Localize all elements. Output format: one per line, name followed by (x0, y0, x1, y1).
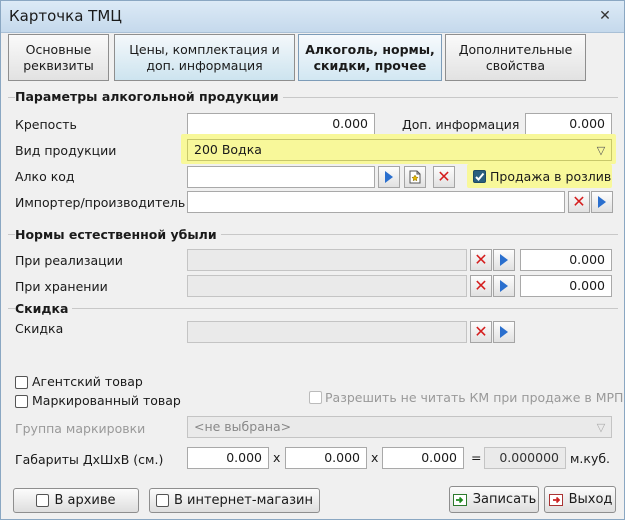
play-arrow-icon (500, 254, 508, 266)
loss-storage-label: При хранении (15, 279, 108, 294)
play-arrow-icon (500, 326, 508, 338)
importer-label: Импортер/производитель (15, 195, 186, 210)
clear-importer-button[interactable]: ✕ (568, 191, 590, 213)
loss-storage-value-input[interactable]: 0.000 (520, 275, 612, 297)
tab-label: свойства (485, 57, 546, 73)
archive-toggle[interactable]: В архиве (13, 488, 139, 513)
archive-label: В архиве (54, 493, 116, 508)
tab-label: скидки, прочее (313, 57, 427, 73)
section-title-alcohol: Параметры алкогольной продукции (15, 89, 283, 104)
tab-label: Дополнительные (458, 41, 573, 57)
tab-label: Алкоголь, нормы, (305, 41, 435, 57)
select-importer-button[interactable] (591, 191, 613, 213)
select-loss-sale-button[interactable] (493, 249, 515, 271)
draft-sale-checkbox[interactable] (473, 170, 486, 183)
select-discount-button[interactable] (493, 321, 515, 343)
clear-alco-code-button[interactable]: ✕ (433, 166, 455, 188)
clear-loss-storage-button[interactable]: ✕ (470, 275, 492, 297)
select-loss-storage-button[interactable] (493, 275, 515, 297)
select-alco-code-button[interactable] (378, 166, 400, 188)
agent-goods-checkbox[interactable] (15, 376, 28, 389)
clear-x-icon: ✕ (474, 250, 488, 269)
draft-sale-label: Продажа в розлив (490, 169, 612, 184)
save-icon (452, 493, 467, 506)
clear-x-icon: ✕ (474, 322, 488, 341)
section-title-discount: Скидка (15, 301, 73, 316)
tmc-card-window: Карточка ТМЦ ✕ Основные реквизиты Цены, к… (0, 0, 625, 520)
allow-no-km-checkbox[interactable] (309, 391, 322, 404)
window-title: Карточка ТМЦ (9, 7, 122, 25)
clear-x-icon: ✕ (572, 192, 586, 211)
tab-label: Основные (25, 41, 92, 57)
loss-sale-norm-field (187, 249, 467, 271)
tab-label: доп. информация (146, 57, 263, 73)
clear-loss-sale-button[interactable]: ✕ (470, 249, 492, 271)
loss-storage-norm-field (187, 275, 467, 297)
play-arrow-icon (500, 280, 508, 292)
length-input[interactable]: 0.000 (187, 447, 269, 469)
save-label: Записать (472, 492, 537, 507)
tab-extra-properties[interactable]: Дополнительные свойства (445, 34, 586, 81)
marked-goods-label: Маркированный товар (32, 393, 181, 408)
checkmark-icon (475, 172, 485, 181)
tab-label: реквизиты (23, 57, 94, 73)
strength-input[interactable]: 0.000 (187, 113, 375, 135)
x-separator: x (371, 450, 379, 465)
marking-group-value: <не выбрана> (194, 419, 292, 434)
internet-shop-checkbox[interactable] (155, 494, 169, 507)
section-divider (8, 308, 618, 322)
tab-prices-info[interactable]: Цены, комплектация и доп. информация (114, 34, 295, 81)
exit-icon (548, 493, 563, 506)
product-type-value: 200 Водка (194, 142, 262, 157)
clear-x-icon: ✕ (437, 167, 451, 186)
allow-no-km-label: Разрешить не читать КМ при продаже в МРП (325, 390, 624, 405)
play-arrow-icon (385, 171, 393, 183)
agent-goods-label: Агентский товар (32, 374, 143, 389)
title-bar: Карточка ТМЦ ✕ (1, 1, 624, 33)
exit-label: Выход (568, 492, 613, 507)
chevron-down-icon: ▽ (596, 420, 606, 434)
equals-sign: = (471, 450, 482, 465)
chevron-down-icon[interactable]: ▽ (592, 140, 610, 160)
height-input[interactable]: 0.000 (382, 447, 464, 469)
loss-sale-value-input[interactable]: 0.000 (520, 249, 612, 271)
play-arrow-icon (598, 196, 606, 208)
internet-shop-toggle[interactable]: В интернет-магазин (149, 488, 320, 513)
dimensions-label: Габариты ДхШхВ (см.) (15, 452, 164, 467)
clear-discount-button[interactable]: ✕ (470, 321, 492, 343)
clear-x-icon: ✕ (474, 276, 488, 295)
exit-button[interactable]: Выход (544, 486, 616, 513)
discount-field (187, 321, 467, 343)
product-type-label: Вид продукции (15, 143, 117, 158)
internet-shop-label: В интернет-магазин (173, 493, 313, 508)
extra-info-label: Доп. информация (402, 117, 520, 132)
marking-group-label: Группа маркировки (15, 421, 146, 436)
close-icon[interactable]: ✕ (593, 5, 617, 27)
marking-group-select: <не выбрана> (187, 416, 612, 438)
section-title-loss: Нормы естественной убыли (15, 227, 221, 242)
loss-sale-label: При реализации (15, 253, 123, 268)
strength-label: Крепость (15, 117, 77, 132)
save-button[interactable]: Записать (449, 486, 539, 513)
x-separator: x (273, 450, 281, 465)
alco-code-input[interactable] (187, 166, 375, 188)
alco-code-label: Алко код (15, 169, 75, 184)
extra-info-input[interactable]: 0.000 (525, 113, 612, 135)
width-input[interactable]: 0.000 (285, 447, 367, 469)
discount-label: Скидка (15, 321, 64, 336)
marked-goods-checkbox[interactable] (15, 395, 28, 408)
archive-checkbox[interactable] (36, 494, 50, 507)
volume-unit: м.куб. (570, 451, 611, 466)
tab-label: Цены, комплектация и (129, 41, 280, 57)
open-document-button[interactable] (404, 166, 426, 188)
document-star-icon (409, 170, 421, 184)
tab-alcohol-norms[interactable]: Алкоголь, нормы, скидки, прочее (298, 34, 442, 81)
importer-input[interactable] (187, 191, 565, 213)
product-type-select[interactable]: 200 Водка (187, 139, 612, 161)
tab-main-requisites[interactable]: Основные реквизиты (8, 34, 109, 81)
volume-field: 0.000000 (484, 447, 566, 469)
